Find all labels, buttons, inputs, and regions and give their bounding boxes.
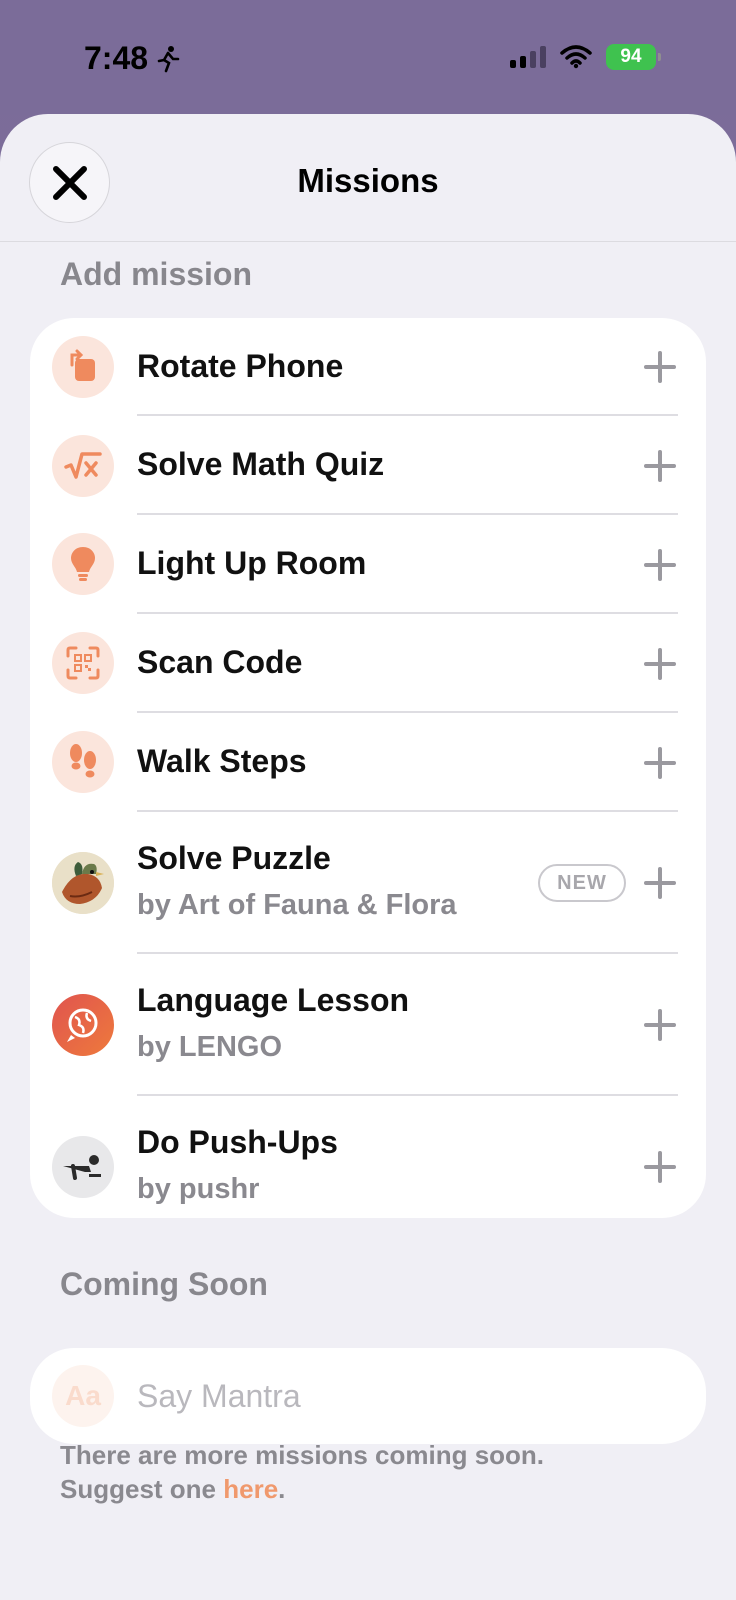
- missions-sheet: Missions Add mission Rotate Phone Solve …: [0, 114, 736, 1600]
- time-label: 7:48: [84, 40, 149, 76]
- mission-row-language-lesson[interactable]: Language Lesson by LENGO: [30, 954, 706, 1096]
- mission-row-scan-code[interactable]: Scan Code: [30, 614, 706, 713]
- add-plus-icon[interactable]: [644, 1151, 676, 1183]
- suggest-link[interactable]: here: [223, 1474, 278, 1504]
- footer-prefix: Suggest one: [60, 1474, 224, 1504]
- lengo-globe-icon: [52, 994, 114, 1056]
- mission-row-rotate-phone[interactable]: Rotate Phone: [30, 318, 706, 416]
- add-mission-list: Rotate Phone Solve Math Quiz Light Up Ro…: [30, 318, 706, 1218]
- icon-text: Aa: [65, 1380, 101, 1411]
- text-aa-icon: Aa: [52, 1365, 114, 1427]
- sheet-header: Missions: [0, 114, 736, 242]
- bird-artwork-icon: [52, 852, 114, 914]
- mission-subtitle: by LENGO: [137, 1031, 283, 1063]
- add-plus-icon[interactable]: [644, 351, 676, 383]
- mission-row-math-quiz[interactable]: Solve Math Quiz: [30, 416, 706, 515]
- running-figure-icon: [157, 45, 180, 72]
- square-root-icon: [52, 435, 114, 497]
- add-plus-icon[interactable]: [644, 747, 676, 779]
- status-bar: 7:48 94: [0, 0, 736, 115]
- mission-title: Solve Puzzle: [137, 840, 331, 876]
- coming-soon-title: Say Mantra: [137, 1378, 301, 1414]
- battery-indicator: 94: [606, 44, 661, 70]
- cellular-signal-icon: [510, 46, 546, 68]
- mission-row-walk-steps[interactable]: Walk Steps: [30, 713, 706, 812]
- footer-line-1: There are more missions coming soon.: [60, 1440, 545, 1470]
- coming-soon-row-say-mantra: Aa Say Mantra: [30, 1348, 706, 1444]
- page-title: Missions: [297, 162, 439, 199]
- mission-title: Language Lesson: [137, 982, 410, 1018]
- footprints-icon: [52, 731, 114, 793]
- mission-row-light-up-room[interactable]: Light Up Room: [30, 515, 706, 614]
- mission-title: Scan Code: [137, 644, 303, 680]
- status-time: 7:48: [84, 40, 180, 77]
- pushup-icon: [52, 1136, 114, 1198]
- mission-row-push-ups[interactable]: Do Push-Ups by pushr: [30, 1096, 706, 1218]
- battery-level: 94: [620, 46, 642, 67]
- mission-title: Solve Math Quiz: [137, 446, 385, 482]
- footer-suffix: .: [278, 1474, 286, 1504]
- wifi-icon: [560, 45, 592, 69]
- status-indicators: 94: [510, 44, 661, 70]
- lightbulb-icon: [52, 533, 114, 595]
- add-plus-icon[interactable]: [644, 1009, 676, 1041]
- mission-row-solve-puzzle[interactable]: Solve Puzzle by Art of Fauna & Flora NEW: [30, 812, 706, 954]
- rotate-phone-icon: [52, 336, 114, 398]
- add-plus-icon[interactable]: [644, 648, 676, 680]
- mission-title: Do Push-Ups: [137, 1124, 338, 1160]
- mission-title: Light Up Room: [137, 545, 367, 581]
- coming-soon-list: Aa Say Mantra: [30, 1348, 706, 1444]
- mission-title: Walk Steps: [137, 743, 307, 779]
- footer-note: There are more missions coming soon. Sug…: [60, 1438, 544, 1506]
- qr-scan-icon: [52, 632, 114, 694]
- add-plus-icon[interactable]: [644, 867, 676, 899]
- coming-soon-section-title: Coming Soon: [60, 1266, 268, 1302]
- add-plus-icon[interactable]: [644, 450, 676, 482]
- add-plus-icon[interactable]: [644, 549, 676, 581]
- mission-title: Rotate Phone: [137, 348, 344, 384]
- new-badge: NEW: [538, 864, 626, 902]
- add-mission-section-title: Add mission: [60, 256, 253, 292]
- mission-subtitle: by pushr: [137, 1173, 260, 1205]
- footer-line-2: Suggest one here.: [60, 1472, 544, 1506]
- mission-subtitle: by Art of Fauna & Flora: [137, 889, 457, 921]
